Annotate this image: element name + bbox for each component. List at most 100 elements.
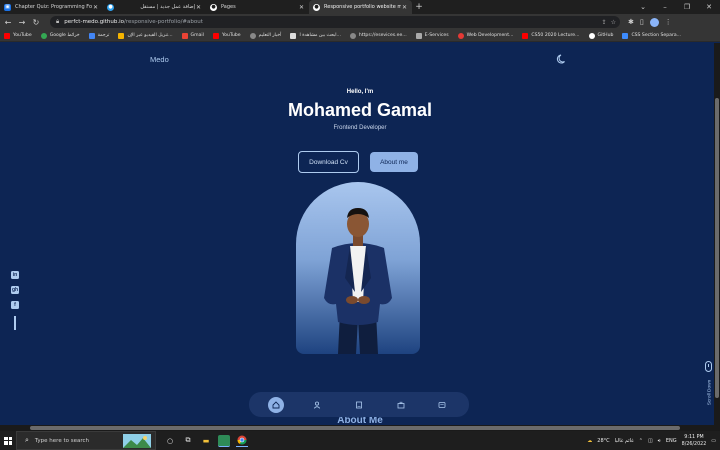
clock-date: 8/26/2022 bbox=[681, 441, 707, 447]
site-icon bbox=[249, 32, 256, 39]
taskbar-search-box[interactable]: ⌕ Type here to search bbox=[16, 431, 156, 450]
tab-title: إضافة عمل جديد | مستقل bbox=[140, 4, 195, 10]
close-tab-icon[interactable]: ✕ bbox=[401, 4, 408, 11]
linkedin-icon[interactable]: in bbox=[11, 271, 19, 279]
about-me-button[interactable]: About me bbox=[370, 152, 418, 172]
bookmark-label: ابحث بين مشاهدة ا... bbox=[299, 33, 341, 38]
browser-tab[interactable]: ● إضافة عمل جديد | مستقل ✕ bbox=[103, 0, 206, 14]
tab-title: Chapter Quiz: Programming Fou bbox=[15, 4, 92, 10]
bookmark-gmail[interactable]: Gmail bbox=[181, 32, 204, 39]
bookmark-star-icon[interactable]: ☆ bbox=[611, 19, 616, 26]
bookmark-label: Web Development... bbox=[466, 33, 514, 38]
tab-search-icon[interactable]: ⌄ bbox=[632, 3, 654, 11]
back-icon[interactable]: ← bbox=[2, 16, 14, 28]
url-path: /responsive-portfolio/#about bbox=[123, 19, 203, 25]
github-icon: ● bbox=[313, 3, 320, 11]
bookmark-label: ترجمة bbox=[97, 33, 110, 38]
vertical-scrollbar[interactable] bbox=[714, 43, 720, 431]
bookmark-youtube[interactable]: YouTube bbox=[4, 32, 32, 39]
weather-label[interactable]: غائم غالبا bbox=[615, 438, 634, 444]
site-logo[interactable]: Medo bbox=[150, 55, 169, 64]
bookmark-video-download[interactable]: تنزيل الفيديو عبر الإن... bbox=[118, 32, 173, 39]
new-tab-button[interactable]: + bbox=[412, 0, 426, 14]
address-bar[interactable]: 🔒︎ perfct-medo.github.io/responsive-port… bbox=[50, 16, 620, 28]
nav-services[interactable] bbox=[393, 397, 409, 413]
bookmarks-bar: YouTube Google خرائط ترجمة تنزيل الفيديو… bbox=[0, 30, 720, 42]
minimize-button[interactable]: – bbox=[654, 3, 676, 11]
bookmark-search[interactable]: ابحث بين مشاهدة ا... bbox=[290, 32, 341, 39]
browser-tab[interactable]: ▣ Chapter Quiz: Programming Fou ✕ bbox=[0, 0, 103, 14]
scrollbar-thumb[interactable] bbox=[30, 426, 680, 430]
browser-toolbar: ← → ↻ 🔒︎ perfct-medo.github.io/responsiv… bbox=[0, 14, 720, 30]
bookmark-youtube-2[interactable]: YouTube bbox=[212, 32, 241, 39]
bookmark-web-development[interactable]: Web Development... bbox=[457, 32, 514, 39]
chrome-logo bbox=[237, 435, 247, 445]
bookmark-education-news[interactable]: أخبار التعليم bbox=[249, 32, 281, 39]
taskbar-apps: ○ ⧉ ▬ bbox=[164, 434, 248, 447]
moon-icon[interactable] bbox=[556, 53, 568, 65]
task-view-icon[interactable]: ⧉ bbox=[182, 435, 194, 447]
lock-icon[interactable]: 🔒︎ bbox=[56, 18, 59, 26]
scrollbar-thumb[interactable] bbox=[715, 98, 719, 398]
profile-avatar[interactable] bbox=[649, 17, 659, 27]
chrome-icon[interactable] bbox=[236, 435, 248, 447]
nav-home[interactable] bbox=[267, 396, 284, 413]
close-tab-icon[interactable]: ✕ bbox=[92, 4, 99, 11]
search-placeholder: Type here to search bbox=[34, 437, 89, 444]
extensions-icon[interactable]: ✱ bbox=[628, 18, 634, 26]
notifications-icon[interactable]: ▭ bbox=[711, 438, 716, 444]
photos-app-icon[interactable] bbox=[218, 434, 230, 447]
bookmark-label: CS50 2020 Lecture... bbox=[531, 33, 580, 38]
browser-tab[interactable]: ● Pages ✕ bbox=[206, 0, 309, 14]
bookmark-css-section[interactable]: CSS Section Separa... bbox=[622, 32, 682, 39]
gmail-icon bbox=[181, 32, 188, 39]
home-icon bbox=[272, 400, 280, 408]
maps-icon bbox=[40, 32, 47, 39]
nav-about[interactable] bbox=[309, 397, 325, 413]
quiz-site-icon: ▣ bbox=[4, 3, 11, 11]
volume-icon[interactable]: 🔉︎ bbox=[658, 438, 661, 444]
role-subtitle: Frontend Developer bbox=[333, 125, 387, 131]
briefcase-icon bbox=[397, 401, 404, 408]
close-tab-icon[interactable]: ✕ bbox=[195, 4, 202, 11]
network-icon[interactable]: ◫ bbox=[648, 438, 653, 444]
bookmark-cs50[interactable]: CS50 2020 Lecture... bbox=[522, 32, 580, 39]
youtube-icon bbox=[4, 32, 10, 39]
github-icon[interactable]: gh bbox=[11, 286, 19, 294]
bookmark-label: https://esevices.ee... bbox=[358, 33, 407, 38]
start-button[interactable] bbox=[0, 431, 16, 450]
bookmark-maps[interactable]: Google خرائط bbox=[40, 32, 80, 39]
weather-icon[interactable]: ☁ bbox=[587, 438, 592, 444]
bookmark-eservices[interactable]: E-Services bbox=[415, 32, 449, 39]
bookmark-eservices-link[interactable]: https://esevices.ee... bbox=[349, 32, 407, 39]
nav-skills[interactable] bbox=[351, 397, 367, 413]
forward-icon[interactable]: → bbox=[16, 16, 28, 28]
maximize-button[interactable]: ❐ bbox=[676, 3, 698, 11]
cortana-icon[interactable]: ○ bbox=[164, 435, 176, 447]
bookmark-translate[interactable]: ترجمة bbox=[88, 32, 110, 39]
download-cv-button[interactable]: Download Cv bbox=[298, 151, 359, 173]
bookmark-github[interactable]: GitHub bbox=[588, 32, 613, 39]
file-explorer-icon[interactable]: ▬ bbox=[200, 435, 212, 447]
temperature[interactable]: 28°C bbox=[597, 438, 609, 444]
menu-kebab-icon[interactable]: ⋮ bbox=[665, 18, 672, 26]
github-icon: ● bbox=[210, 3, 217, 11]
bookmark-label: Gmail bbox=[190, 33, 204, 38]
facebook-icon[interactable]: f bbox=[11, 301, 19, 309]
close-tab-icon[interactable]: ✕ bbox=[298, 4, 305, 11]
bookmark-label: CSS Section Separa... bbox=[631, 33, 682, 38]
bookmark-label: YouTube bbox=[221, 33, 241, 38]
nav-contact[interactable] bbox=[434, 397, 450, 413]
browser-tab-strip: ▣ Chapter Quiz: Programming Fou ✕ ● إضاف… bbox=[0, 0, 720, 14]
download-icon bbox=[118, 32, 125, 39]
language-indicator[interactable]: ENG bbox=[666, 438, 677, 444]
side-panel-icon[interactable]: ▯ bbox=[640, 18, 644, 26]
github-icon bbox=[588, 32, 595, 39]
close-window-button[interactable]: ✕ bbox=[698, 3, 720, 11]
portfolio-page: Medo Hello, I'm Mohamed Gamal Frontend D… bbox=[0, 43, 720, 431]
reload-icon[interactable]: ↻ bbox=[30, 16, 42, 28]
clock[interactable]: 9:11 PM 8/26/2022 bbox=[682, 434, 707, 448]
tray-overflow-icon[interactable]: ⌃ bbox=[639, 438, 643, 444]
browser-tab-active[interactable]: ● Responsive portfolio website mo ✕ bbox=[309, 0, 412, 14]
share-icon[interactable]: ⇪ bbox=[602, 19, 607, 26]
